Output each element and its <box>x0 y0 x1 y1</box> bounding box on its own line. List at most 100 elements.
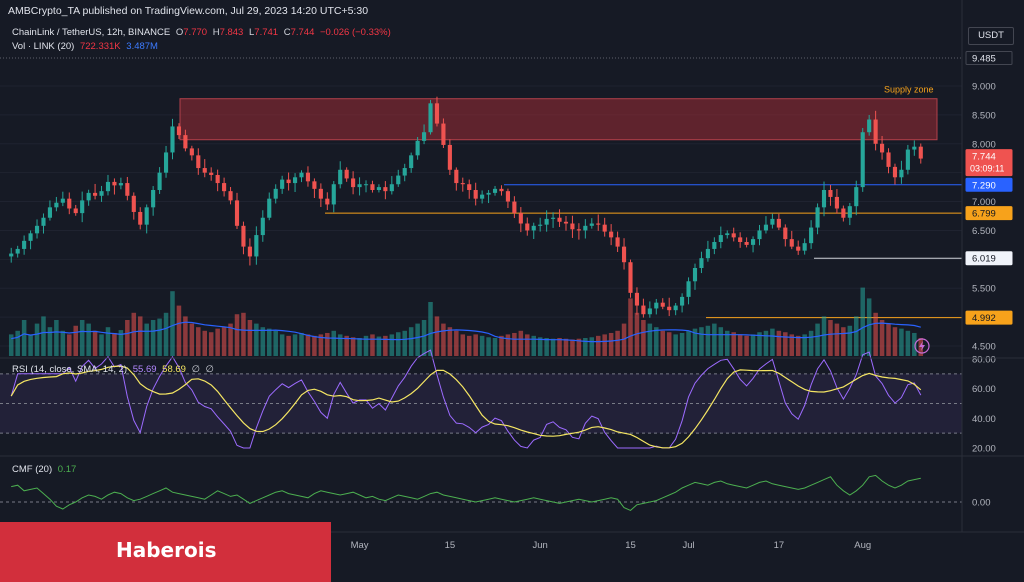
volume-bar <box>499 335 504 356</box>
cmf-legend[interactable]: CMF (20) 0.17 <box>12 464 79 476</box>
ohlc-low: L7.741 <box>248 27 279 38</box>
candle-body <box>99 191 104 196</box>
candle-body <box>363 184 369 186</box>
volume-bar <box>892 327 898 356</box>
rsi-legend-extra-2: ∅ <box>205 364 214 375</box>
rsi-legend-label: RSI (14, close, SMA, 14, 2) <box>12 364 128 375</box>
volume-bar <box>660 330 666 356</box>
volume-bar <box>815 323 820 356</box>
time-tick-label: May <box>351 540 369 551</box>
volume-bar <box>331 330 337 356</box>
candle-body <box>512 201 517 214</box>
candle-body <box>267 198 272 218</box>
candle-body <box>402 168 407 176</box>
volume-bar <box>454 330 459 356</box>
candle-body <box>628 262 633 293</box>
time-tick-label: Jun <box>533 540 548 551</box>
price-label-value: 9.485 <box>972 53 996 64</box>
volume-bar <box>92 330 98 356</box>
volume-bar <box>41 316 46 356</box>
rsi-legend[interactable]: RSI (14, close, SMA, 14, 2) 55.69 58.69 … <box>12 364 217 376</box>
volume-bar <box>221 327 227 356</box>
candle-body <box>344 169 349 179</box>
candle-body <box>93 192 98 196</box>
volume-bar <box>428 302 433 356</box>
candle-body <box>280 179 285 189</box>
price-label-value: 6.019 <box>972 254 996 265</box>
volume-bar <box>615 330 620 356</box>
publisher-line: AMBCrypto_TA published on TradingView.co… <box>8 5 369 17</box>
candle-body <box>596 223 601 225</box>
candle-body <box>557 217 562 222</box>
candle-body <box>692 268 698 282</box>
volume-bar <box>886 323 891 356</box>
candle-body <box>241 225 246 247</box>
volume-bar <box>666 332 672 356</box>
price-tick-label: 8.500 <box>972 110 996 121</box>
volume-bar <box>79 320 85 356</box>
candle-body <box>157 172 162 190</box>
candle-body <box>163 152 169 173</box>
candle-body <box>686 281 691 297</box>
candle-body <box>202 168 207 173</box>
candle-body <box>28 233 33 241</box>
price-label-value: 4.992 <box>972 313 996 324</box>
candle-body <box>480 194 485 199</box>
candle-body <box>809 227 814 244</box>
candle-body <box>460 183 465 185</box>
volume-bar <box>705 325 711 356</box>
volume-bar <box>266 328 272 356</box>
candle-body <box>15 248 20 254</box>
candle-body <box>305 172 311 182</box>
currency-selector[interactable]: USDT <box>968 27 1014 45</box>
candle-body <box>667 306 672 311</box>
candle-body <box>54 202 59 208</box>
candle-body <box>273 188 278 199</box>
volume-bar <box>473 334 478 356</box>
candle-body <box>389 184 394 192</box>
time-tick-label: 17 <box>774 540 785 551</box>
candle-body <box>712 242 717 249</box>
volume-bar <box>795 335 801 356</box>
cmf-legend-value: 0.17 <box>57 464 77 475</box>
candle-body <box>738 237 743 242</box>
volume-bar <box>408 327 414 356</box>
candle-body <box>318 188 323 199</box>
volume-bar <box>286 335 291 356</box>
volume-bar <box>60 330 66 356</box>
volume-bar <box>595 335 601 356</box>
volume-bar <box>647 323 653 356</box>
volume-bar <box>279 334 285 356</box>
volume-bar <box>770 328 775 356</box>
volume-legend[interactable]: Vol · LINK (20) 722.331K 3.487M <box>12 41 161 53</box>
candle-body <box>763 224 769 231</box>
candle-body <box>867 119 872 133</box>
supply-zone-box <box>179 98 938 141</box>
volume-bar <box>731 332 736 356</box>
candle-body <box>841 208 846 218</box>
volume-bar <box>150 320 156 356</box>
candle-body <box>551 217 556 219</box>
volume-bar <box>28 334 33 356</box>
volume-bar <box>608 332 614 356</box>
volume-bar <box>641 320 646 356</box>
candle-body <box>583 225 588 231</box>
candle-body <box>615 237 620 247</box>
volume-bar <box>441 323 446 356</box>
candle-body <box>621 246 627 263</box>
volume-bar <box>15 330 20 356</box>
volume-bar <box>402 330 407 356</box>
volume-bar <box>86 323 91 356</box>
volume-bar <box>699 327 704 356</box>
candle-body <box>196 155 201 169</box>
symbol-legend[interactable]: ChainLink / TetherUS, 12h, BINANCE O7.77… <box>12 27 394 39</box>
time-tick-label: Jul <box>682 540 694 551</box>
volume-bar <box>370 334 375 356</box>
candle-body <box>718 235 723 242</box>
volume-bar <box>105 327 111 356</box>
candle-body <box>112 181 117 186</box>
rsi-legend-value: 55.69 <box>132 364 157 375</box>
price-tick-label: 5.500 <box>972 284 996 295</box>
volume-bar <box>570 339 575 356</box>
volume-bar <box>744 335 749 356</box>
